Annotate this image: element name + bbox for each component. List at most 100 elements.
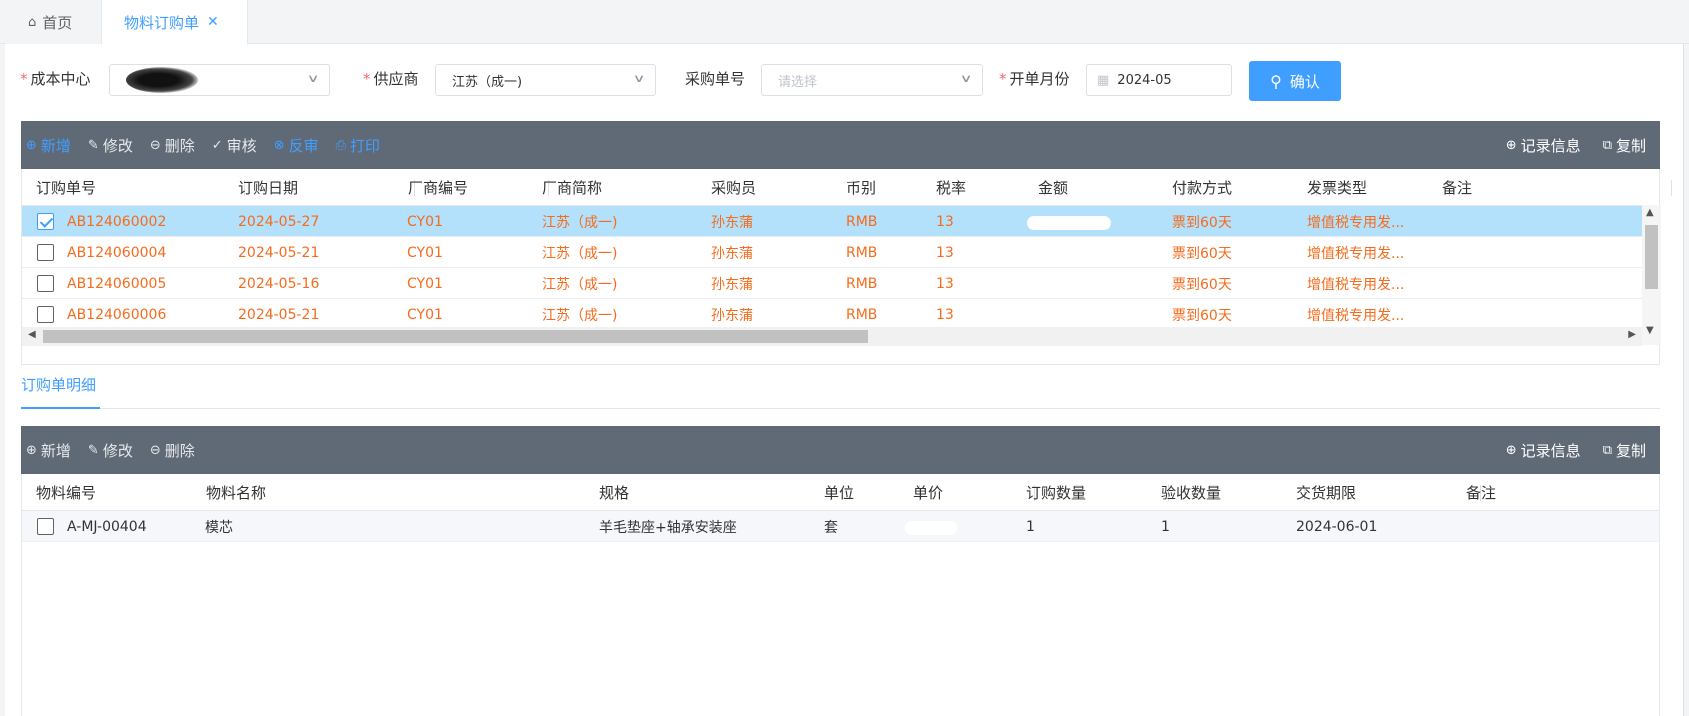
detail-delete-button[interactable]: ⊖ 删除 xyxy=(150,440,195,461)
cell-buyer: 孙东蒲 xyxy=(711,307,753,324)
scroll-left-icon[interactable]: ◀ xyxy=(28,329,36,340)
add-button[interactable]: ⊕ 新增 xyxy=(26,135,71,156)
col-header[interactable]: 物料编号 xyxy=(36,474,213,511)
col-header[interactable]: 付款方式 xyxy=(1172,169,1317,206)
scroll-down-icon[interactable]: ▼ xyxy=(1646,325,1654,336)
delete-button[interactable]: ⊖ 删除 xyxy=(150,135,195,156)
edit-icon: ✎ xyxy=(87,442,99,458)
tab-home-label: 首页 xyxy=(42,13,73,32)
record-info-label: 记录信息 xyxy=(1520,441,1581,460)
audit-button[interactable]: ✓ 审核 xyxy=(212,135,257,156)
scroll-up-icon[interactable]: ▲ xyxy=(1646,207,1654,218)
active-tab-indicator xyxy=(21,407,100,409)
cell-material-code: A-MJ-00404 xyxy=(67,518,147,535)
record-info-button[interactable]: ⊕ 记录信息 xyxy=(1506,135,1581,156)
cost-center-select[interactable]: ∨ xyxy=(109,64,330,96)
col-header[interactable]: 厂商简称 xyxy=(542,169,725,206)
col-header[interactable]: 税率 xyxy=(936,169,1045,206)
month-label: 开单月份 xyxy=(1009,69,1070,88)
scroll-right-icon[interactable]: ▶ xyxy=(1628,329,1636,340)
row-checkbox[interactable] xyxy=(37,213,54,230)
close-icon[interactable]: ✕ xyxy=(207,14,219,30)
detail-record-info-button[interactable]: ⊕ 记录信息 xyxy=(1506,440,1581,461)
cell-currency: RMB xyxy=(846,275,878,292)
filter-form: * 成本中心 ∨ * 供应商 江苏（成一) ∨ 采购单号 请选择 ∨ * 开单月份 ▦… xyxy=(20,60,1400,101)
confirm-label: 确认 xyxy=(1289,72,1320,91)
col-header[interactable]: 订购数量 xyxy=(1026,474,1169,511)
cell-vendor: 江苏（成一) xyxy=(542,245,618,262)
tab-order-detail[interactable]: 订购单明细 xyxy=(21,374,96,410)
tab-material-po-label: 物料订购单 xyxy=(124,13,200,32)
add-label: 新增 xyxy=(40,441,71,460)
row-checkbox[interactable] xyxy=(37,306,54,323)
col-header[interactable]: 采购员 xyxy=(711,169,854,206)
table-row[interactable]: A-MJ-00404 模芯 羊毛垫座+轴承安装座 套 1 1 2024-06-0… xyxy=(22,511,1659,542)
cell-currency: RMB xyxy=(846,213,878,230)
cell-unit: 套 xyxy=(824,519,838,536)
col-header[interactable]: 币别 xyxy=(846,169,943,206)
scroll-thumb[interactable] xyxy=(43,330,868,343)
cell-currency: RMB xyxy=(846,244,878,261)
confirm-button[interactable]: ⚲ 确认 xyxy=(1249,61,1341,101)
table-row[interactable]: AB124060006 2024-05-21 CY01 江苏（成一) 孙东蒲 R… xyxy=(22,299,1659,330)
col-header[interactable]: 单价 xyxy=(913,474,1035,511)
audit-label: 审核 xyxy=(226,136,257,155)
table-row[interactable]: AB124060004 2024-05-21 CY01 江苏（成一) 孙东蒲 R… xyxy=(22,237,1659,268)
col-header[interactable]: 规格 xyxy=(599,474,831,511)
page-scrollbar[interactable] xyxy=(1683,44,1689,716)
row-checkbox[interactable] xyxy=(37,244,54,261)
unaudit-label: 反审 xyxy=(288,136,319,155)
cell-invoice: 增值税专用发... xyxy=(1307,307,1405,324)
orders-horizontal-scrollbar[interactable]: ◀ ▶ xyxy=(22,327,1642,346)
col-header[interactable]: 交货期限 xyxy=(1296,474,1481,511)
detail-edit-button[interactable]: ✎ 修改 xyxy=(88,440,133,461)
edit-icon: ✎ xyxy=(87,137,99,153)
left-edge xyxy=(0,44,5,716)
copy-icon: ⧉ xyxy=(1602,442,1612,458)
col-header[interactable]: 发票类型 xyxy=(1307,169,1450,206)
col-header[interactable]: 厂商编号 xyxy=(408,169,549,206)
redacted-price xyxy=(905,521,957,535)
cost-center-label: 成本中心 xyxy=(30,69,91,88)
supplier-select[interactable]: 江苏（成一) ∨ xyxy=(435,64,656,96)
copy-button[interactable]: ⧉ 复制 xyxy=(1603,135,1646,156)
col-header[interactable]: 物料名称 xyxy=(206,474,606,511)
month-picker[interactable]: ▦ 2024-05 xyxy=(1086,64,1232,96)
scroll-thumb[interactable] xyxy=(1645,225,1658,289)
cell-vendor: 江苏（成一) xyxy=(542,307,618,324)
cell-vendor-code: CY01 xyxy=(407,306,443,323)
table-row[interactable]: AB124060002 2024-05-27 CY01 江苏（成一) 孙东蒲 R… xyxy=(22,206,1659,237)
col-header[interactable]: 验收数量 xyxy=(1161,474,1305,511)
col-header[interactable]: 备注 xyxy=(1466,474,1656,511)
cell-payment: 票到60天 xyxy=(1172,307,1232,324)
po-no-select[interactable]: 请选择 ∨ xyxy=(761,64,983,96)
cost-center-field: * 成本中心 xyxy=(20,60,91,96)
tab-home[interactable]: ⌂ 首页 xyxy=(6,0,102,44)
x-circle-icon: ⊗ xyxy=(273,137,285,153)
col-header[interactable]: 金额 xyxy=(1038,169,1183,206)
edit-label: 修改 xyxy=(102,136,133,155)
orders-header: 订购单号 订购日期 厂商编号 厂商简称 采购员 币别 税率 金额 付款方式 发票… xyxy=(22,169,1672,206)
edit-button[interactable]: ✎ 修改 xyxy=(88,135,133,156)
col-header[interactable]: 备注 xyxy=(1442,169,1672,206)
row-checkbox[interactable] xyxy=(37,275,54,292)
print-button[interactable]: ⎙ 打印 xyxy=(336,135,380,156)
tab-material-po[interactable]: 物料订购单 ✕ xyxy=(102,0,248,45)
printer-icon: ⎙ xyxy=(335,137,347,153)
table-row[interactable]: AB124060005 2024-05-16 CY01 江苏（成一) 孙东蒲 R… xyxy=(22,268,1659,299)
col-header[interactable]: 单位 xyxy=(824,474,920,511)
detail-copy-button[interactable]: ⧉ 复制 xyxy=(1603,440,1646,461)
row-checkbox[interactable] xyxy=(37,518,54,535)
col-header[interactable]: 订购单号 xyxy=(36,169,245,206)
cell-currency: RMB xyxy=(846,306,878,323)
edit-label: 修改 xyxy=(102,441,133,460)
orders-vertical-scrollbar[interactable]: ▲ ▼ xyxy=(1642,205,1661,345)
unaudit-button[interactable]: ⊗ 反审 xyxy=(274,135,319,156)
cell-date: 2024-05-16 xyxy=(238,275,320,292)
details-table: 物料编号 物料名称 规格 单位 单价 订购数量 验收数量 交货期限 备注 A-M… xyxy=(21,474,1660,716)
cell-tax: 13 xyxy=(936,213,954,230)
cell-payment: 票到60天 xyxy=(1172,214,1232,231)
minus-circle-icon: ⊖ xyxy=(149,442,161,458)
detail-add-button[interactable]: ⊕ 新增 xyxy=(26,440,71,461)
col-header[interactable]: 订购日期 xyxy=(238,169,415,206)
